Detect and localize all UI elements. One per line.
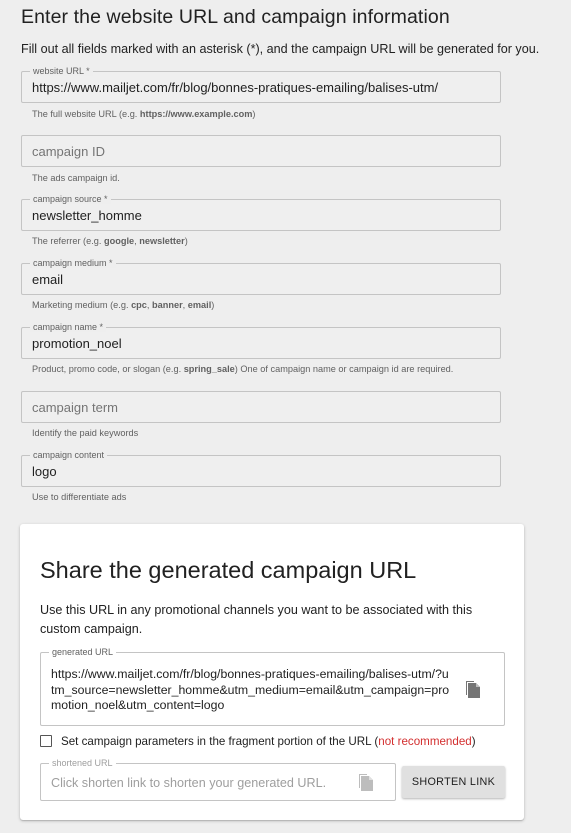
campaign-name-helper: Product, promo code, or slogan (e.g. spr… [32,364,454,374]
not-recommended-warning: not recommended [378,735,472,748]
website-url-helper: The full website URL (e.g. https://www.e… [32,109,256,119]
campaign-id-helper: The ads campaign id. [32,173,120,183]
campaign-medium-label: campaign medium * [30,258,116,268]
campaign-term-field[interactable]: campaign term [21,391,501,423]
copy-icon[interactable] [465,680,483,700]
campaign-source-helper: The referrer (e.g. google, newsletter) [32,236,188,246]
website-url-field[interactable]: website URL * https://www.mailjet.com/fr… [21,66,501,103]
generated-url-value[interactable]: https://www.mailjet.com/fr/blog/bonnes-p… [51,667,451,714]
campaign-source-label: campaign source * [30,194,111,204]
shortened-url-placeholder: Click shorten link to shorten your gener… [51,776,327,790]
generated-url-field[interactable]: generated URL https://www.mailjet.com/fr… [40,647,505,726]
shortened-url-field[interactable]: shortened URL Click shorten link to shor… [40,758,396,801]
shorten-link-button[interactable]: SHORTEN LINK [402,766,505,798]
shortened-url-label: shortened URL [49,758,116,768]
campaign-id-field[interactable]: campaign ID [21,135,501,167]
copy-icon[interactable] [358,773,376,793]
website-url-value: https://www.mailjet.com/fr/blog/bonnes-p… [32,80,439,95]
fragment-checkbox[interactable] [40,735,52,747]
campaign-source-field[interactable]: campaign source * newsletter_homme [21,194,501,231]
share-card: Share the generated campaign URL Use thi… [20,524,524,820]
campaign-name-value: promotion_noel [32,336,122,351]
fragment-checkbox-label[interactable]: Set campaign parameters in the fragment … [61,735,476,748]
page-title: Enter the website URL and campaign infor… [21,6,450,28]
campaign-content-label: campaign content [30,450,108,460]
campaign-source-value: newsletter_homme [32,208,142,223]
campaign-name-label: campaign name * [30,322,107,332]
campaign-medium-field[interactable]: campaign medium * email [21,258,501,295]
campaign-id-placeholder: campaign ID [32,144,105,159]
campaign-name-field[interactable]: campaign name * promotion_noel [21,322,501,359]
share-title: Share the generated campaign URL [40,557,417,583]
campaign-content-value: logo [32,464,57,479]
intro-text: Fill out all fields marked with an aster… [21,42,540,56]
campaign-medium-value: email [32,272,64,287]
share-description: Use this URL in any promotional channels… [40,603,473,636]
campaign-content-helper: Use to differentiate ads [32,492,127,502]
campaign-term-helper: Identify the paid keywords [32,428,139,438]
campaign-medium-helper: Marketing medium (e.g. cpc, banner, emai… [32,300,215,310]
campaign-content-field[interactable]: campaign content logo [21,450,501,487]
campaign-term-placeholder: campaign term [32,400,118,415]
generated-url-label: generated URL [49,647,117,657]
website-url-label: website URL * [30,66,93,76]
